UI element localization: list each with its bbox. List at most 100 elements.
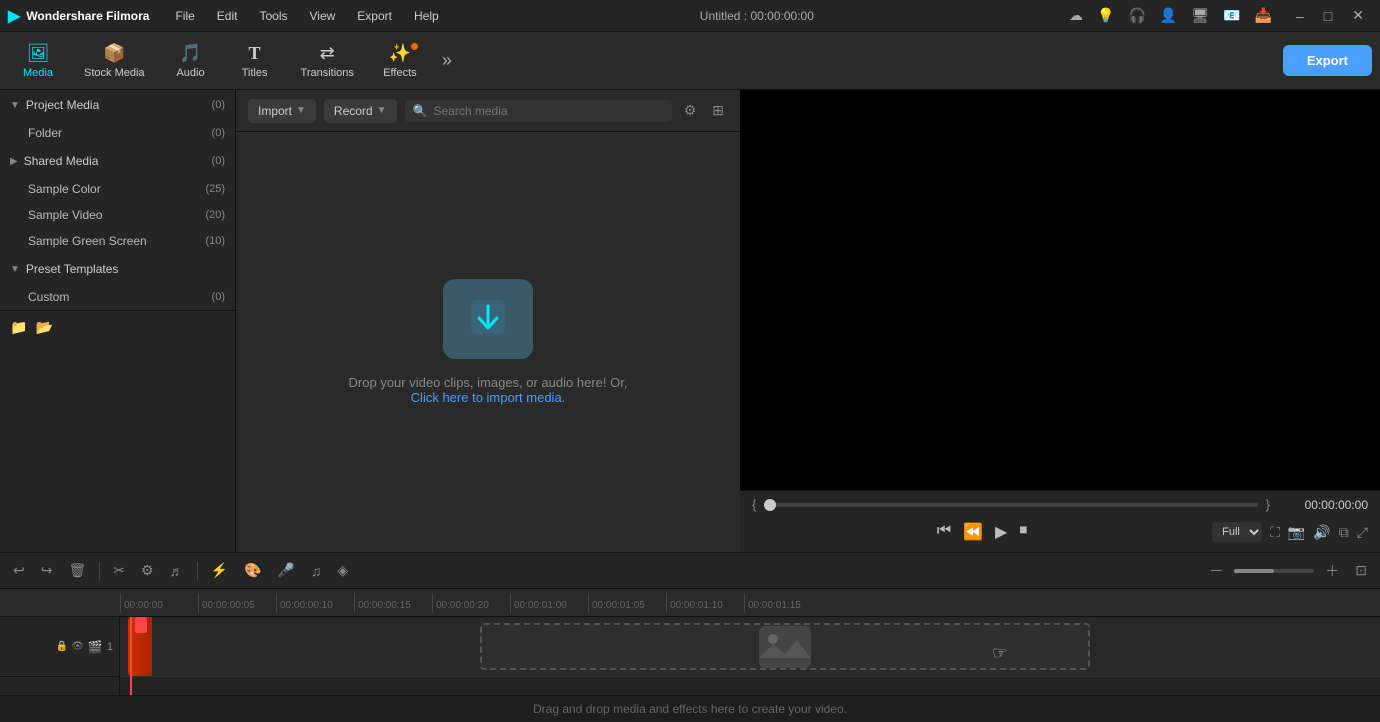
screenshot-icon[interactable]: 📷 [1288, 524, 1305, 541]
import-link[interactable]: Click here to import media. [411, 390, 566, 405]
search-input[interactable] [433, 104, 663, 118]
bracket-end-icon[interactable]: } [1266, 497, 1270, 512]
voice-button[interactable]: 🎤 [272, 559, 299, 582]
monitor-icon[interactable]: 🖥 [1187, 5, 1213, 26]
import-button[interactable]: Import ▼ [248, 99, 316, 123]
menu-tools[interactable]: Tools [249, 5, 297, 27]
maximize-button[interactable]: □ [1316, 4, 1340, 28]
cloud-icon[interactable]: ☁ [1065, 5, 1087, 26]
tool-effects[interactable]: ✨ Effects [370, 37, 430, 85]
new-folder-button[interactable]: 📁 [10, 319, 27, 336]
minimize-button[interactable]: – [1288, 4, 1312, 28]
color-button[interactable]: 🎨 [239, 559, 266, 582]
menu-view[interactable]: View [300, 5, 346, 27]
ruler-mark-5: 00:00:01:00 [510, 593, 588, 613]
pip-icon[interactable]: ⧉ [1339, 524, 1349, 541]
redo-button[interactable]: ↪ [36, 559, 58, 582]
sidebar-section-preset-templates[interactable]: ▼ Preset Templates [0, 254, 235, 284]
ruler-mark-1: 00:00:00:05 [198, 593, 276, 613]
light-icon[interactable]: 💡 [1093, 5, 1118, 26]
ai-button[interactable]: ◈ [332, 559, 353, 582]
user-icon[interactable]: 👤 [1156, 5, 1181, 26]
zoom-track[interactable] [1234, 569, 1314, 573]
menu-export[interactable]: Export [347, 5, 402, 27]
titles-icon: T [249, 43, 261, 64]
fit-timeline-button[interactable]: ⊡ [1350, 559, 1372, 582]
menu-help[interactable]: Help [404, 5, 449, 27]
scrubber-thumb[interactable] [764, 499, 776, 511]
zoom-thumb[interactable] [1234, 569, 1274, 573]
undo-button[interactable]: ↩ [8, 559, 30, 582]
drop-zone[interactable]: ☞ [480, 623, 1090, 670]
sidebar: ▼ Project Media (0) Folder (0) ▶ Shared … [0, 90, 236, 552]
tool-audio[interactable]: 🎵 Audio [161, 37, 221, 85]
quality-select[interactable]: Full 1/2 1/4 [1212, 522, 1262, 542]
sample-green-label: Sample Green Screen [28, 234, 147, 248]
tool-stock-media[interactable]: 📦 Stock Media [72, 37, 157, 85]
headphones-icon[interactable]: 🎧 [1124, 5, 1149, 26]
close-button[interactable]: ✕ [1344, 3, 1372, 28]
message-icon[interactable]: 📧 [1219, 5, 1244, 26]
volume-icon[interactable]: 🔊 [1313, 524, 1330, 541]
video-lock-icon[interactable]: 🔒 [56, 641, 68, 652]
scrubber-track[interactable] [764, 503, 1257, 507]
music-button[interactable]: ♫ [306, 560, 327, 582]
sidebar-section-shared-media[interactable]: ▶ Shared Media (0) [0, 146, 235, 176]
grid-view-button[interactable]: ⊞ [708, 98, 728, 123]
sidebar-item-sample-video[interactable]: Sample Video (20) [0, 202, 235, 228]
adjust-button[interactable]: ⚙ [136, 559, 159, 582]
zoom-out-button[interactable]: － [1204, 558, 1228, 584]
media-drop-area[interactable]: Drop your video clips, images, or audio … [236, 132, 740, 552]
drop-message-text: Drag and drop media and effects here to … [533, 702, 847, 716]
link-folder-button[interactable]: 📂 [35, 319, 52, 336]
timeline-content[interactable]: ☞ [120, 617, 1380, 695]
fit-icon[interactable]: ⤢ [1357, 524, 1368, 541]
fullscreen-icon[interactable]: ⛶ [1270, 524, 1280, 541]
sample-green-count: (10) [205, 235, 225, 247]
delete-button[interactable]: 🗑 [63, 559, 91, 582]
export-button[interactable]: Export [1283, 45, 1372, 76]
tool-media[interactable]: 🖼 Media [8, 37, 68, 85]
menu-file[interactable]: File [165, 5, 204, 27]
filter-button[interactable]: ⚙ [680, 98, 701, 123]
sample-color-count: (25) [205, 183, 225, 195]
rewind-button[interactable]: ⏪ [957, 518, 989, 546]
cut-button[interactable]: ✂ [108, 559, 130, 582]
hand-cursor-icon: ☞ [992, 643, 1008, 664]
custom-count: (0) [212, 291, 225, 303]
download-icon[interactable]: 📥 [1251, 5, 1276, 26]
transitions-icon: ⇄ [320, 43, 335, 64]
video-visibility-icon[interactable]: 👁 [71, 641, 84, 652]
stop-button[interactable]: ⏹ [1013, 518, 1033, 546]
folder-count: (0) [212, 127, 225, 139]
tool-transitions[interactable]: ⇄ Transitions [289, 37, 366, 85]
app-title: Untitled : 00:00:00:00 [449, 9, 1065, 23]
play-button[interactable]: ▶ [989, 518, 1013, 546]
sidebar-section-project-media[interactable]: ▼ Project Media (0) [0, 90, 235, 120]
header-icons: ☁ 💡 🎧 👤 🖥 📧 📥 [1065, 5, 1276, 26]
skip-back-button[interactable]: ⏮ [931, 518, 957, 546]
tool-titles[interactable]: T Titles [225, 37, 285, 85]
sidebar-item-folder[interactable]: Folder (0) [0, 120, 235, 146]
playhead[interactable] [130, 617, 132, 695]
titlebar: ▶ Wondershare Filmora File Edit Tools Vi… [0, 0, 1380, 32]
project-media-chevron: ▼ [10, 100, 20, 111]
sidebar-item-custom[interactable]: Custom (0) [0, 284, 235, 310]
video-track-row[interactable]: ☞ [120, 617, 1380, 677]
audio-track-row[interactable] [120, 677, 1380, 695]
app-logo-icon: ▶ [8, 6, 20, 26]
playhead-top[interactable] [135, 617, 147, 633]
audio-mix-button[interactable]: ♬ [165, 560, 189, 582]
sidebar-item-sample-color[interactable]: Sample Color (25) [0, 176, 235, 202]
more-tools-button[interactable]: » [434, 46, 460, 75]
video-track-label: 🔒 👁 🎬 1 [0, 617, 119, 677]
record-button[interactable]: Record ▼ [324, 99, 397, 123]
bracket-start-icon[interactable]: { [752, 497, 756, 512]
sidebar-item-sample-green[interactable]: Sample Green Screen (10) [0, 228, 235, 254]
zoom-in-button[interactable]: ＋ [1320, 558, 1344, 584]
speed-button[interactable]: ⚡ [206, 559, 233, 582]
effects-icon: ✨ [389, 43, 411, 64]
menu-edit[interactable]: Edit [207, 5, 248, 27]
audio-track-label: 🔒 🔊 🎵 1 [0, 677, 119, 695]
effects-label: Effects [383, 67, 416, 79]
